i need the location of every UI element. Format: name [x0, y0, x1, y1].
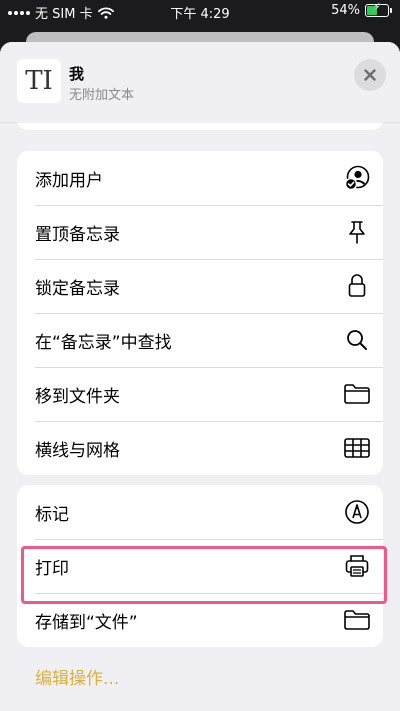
markup-pen-icon	[343, 498, 371, 526]
folder-icon	[343, 380, 371, 408]
pin-icon	[343, 218, 371, 246]
status-right: 54% ⚡	[331, 2, 392, 18]
share-subtitle: 无附加文本	[69, 88, 135, 103]
row-label: 置顶备忘录	[35, 224, 120, 245]
share-title: 我	[69, 65, 85, 83]
row-label: 存储到“文件”	[35, 612, 138, 633]
row-label: 在“备忘录”中查找	[35, 332, 172, 353]
text-glyph-icon: TI	[25, 66, 53, 96]
row-label: 移到文件夹	[35, 386, 120, 407]
search-icon	[343, 326, 371, 354]
share-sheet: TI 我 无附加文本 拷贝 添加用户	[0, 42, 400, 711]
folder-icon	[343, 606, 371, 634]
action-pin-note[interactable]: 置顶备忘录	[17, 205, 383, 259]
row-label: 标记	[35, 504, 69, 525]
action-lock-note[interactable]: 锁定备忘录	[17, 259, 383, 313]
action-find-in-note[interactable]: 在“备忘录”中查找	[17, 313, 383, 367]
action-lines-and-grids[interactable]: 横线与网格	[17, 421, 383, 475]
status-bar: 无 SIM 卡 下午 4:29 54% ⚡	[0, 0, 400, 24]
edit-actions-link[interactable]: 编辑操作...	[35, 664, 119, 689]
row-label: 添加用户	[35, 170, 103, 191]
note-thumbnail: TI	[17, 59, 61, 103]
add-person-icon	[343, 164, 371, 192]
action-add-user[interactable]: 添加用户	[17, 151, 383, 205]
share-header: TI 我 无附加文本	[0, 42, 400, 122]
battery-icon: ⚡	[365, 2, 389, 17]
action-move-to-folder[interactable]: 移到文件夹	[17, 367, 383, 421]
action-markup[interactable]: 标记	[17, 485, 383, 539]
lock-icon	[343, 272, 371, 300]
highlight-box	[21, 546, 387, 604]
actions-group-1: 添加用户 置顶备忘录 锁定备忘录 在“备忘录”中查找 移到文件夹 横线与网格	[17, 151, 383, 475]
grid-icon	[343, 434, 371, 462]
close-icon	[364, 69, 376, 81]
row-label: 横线与网格	[35, 440, 120, 461]
close-button[interactable]	[354, 59, 386, 91]
battery-cap	[390, 8, 392, 13]
charging-bolt-icon: ⚡	[373, 2, 381, 13]
battery-percent: 54%	[331, 3, 360, 18]
row-label: 锁定备忘录	[35, 278, 120, 299]
